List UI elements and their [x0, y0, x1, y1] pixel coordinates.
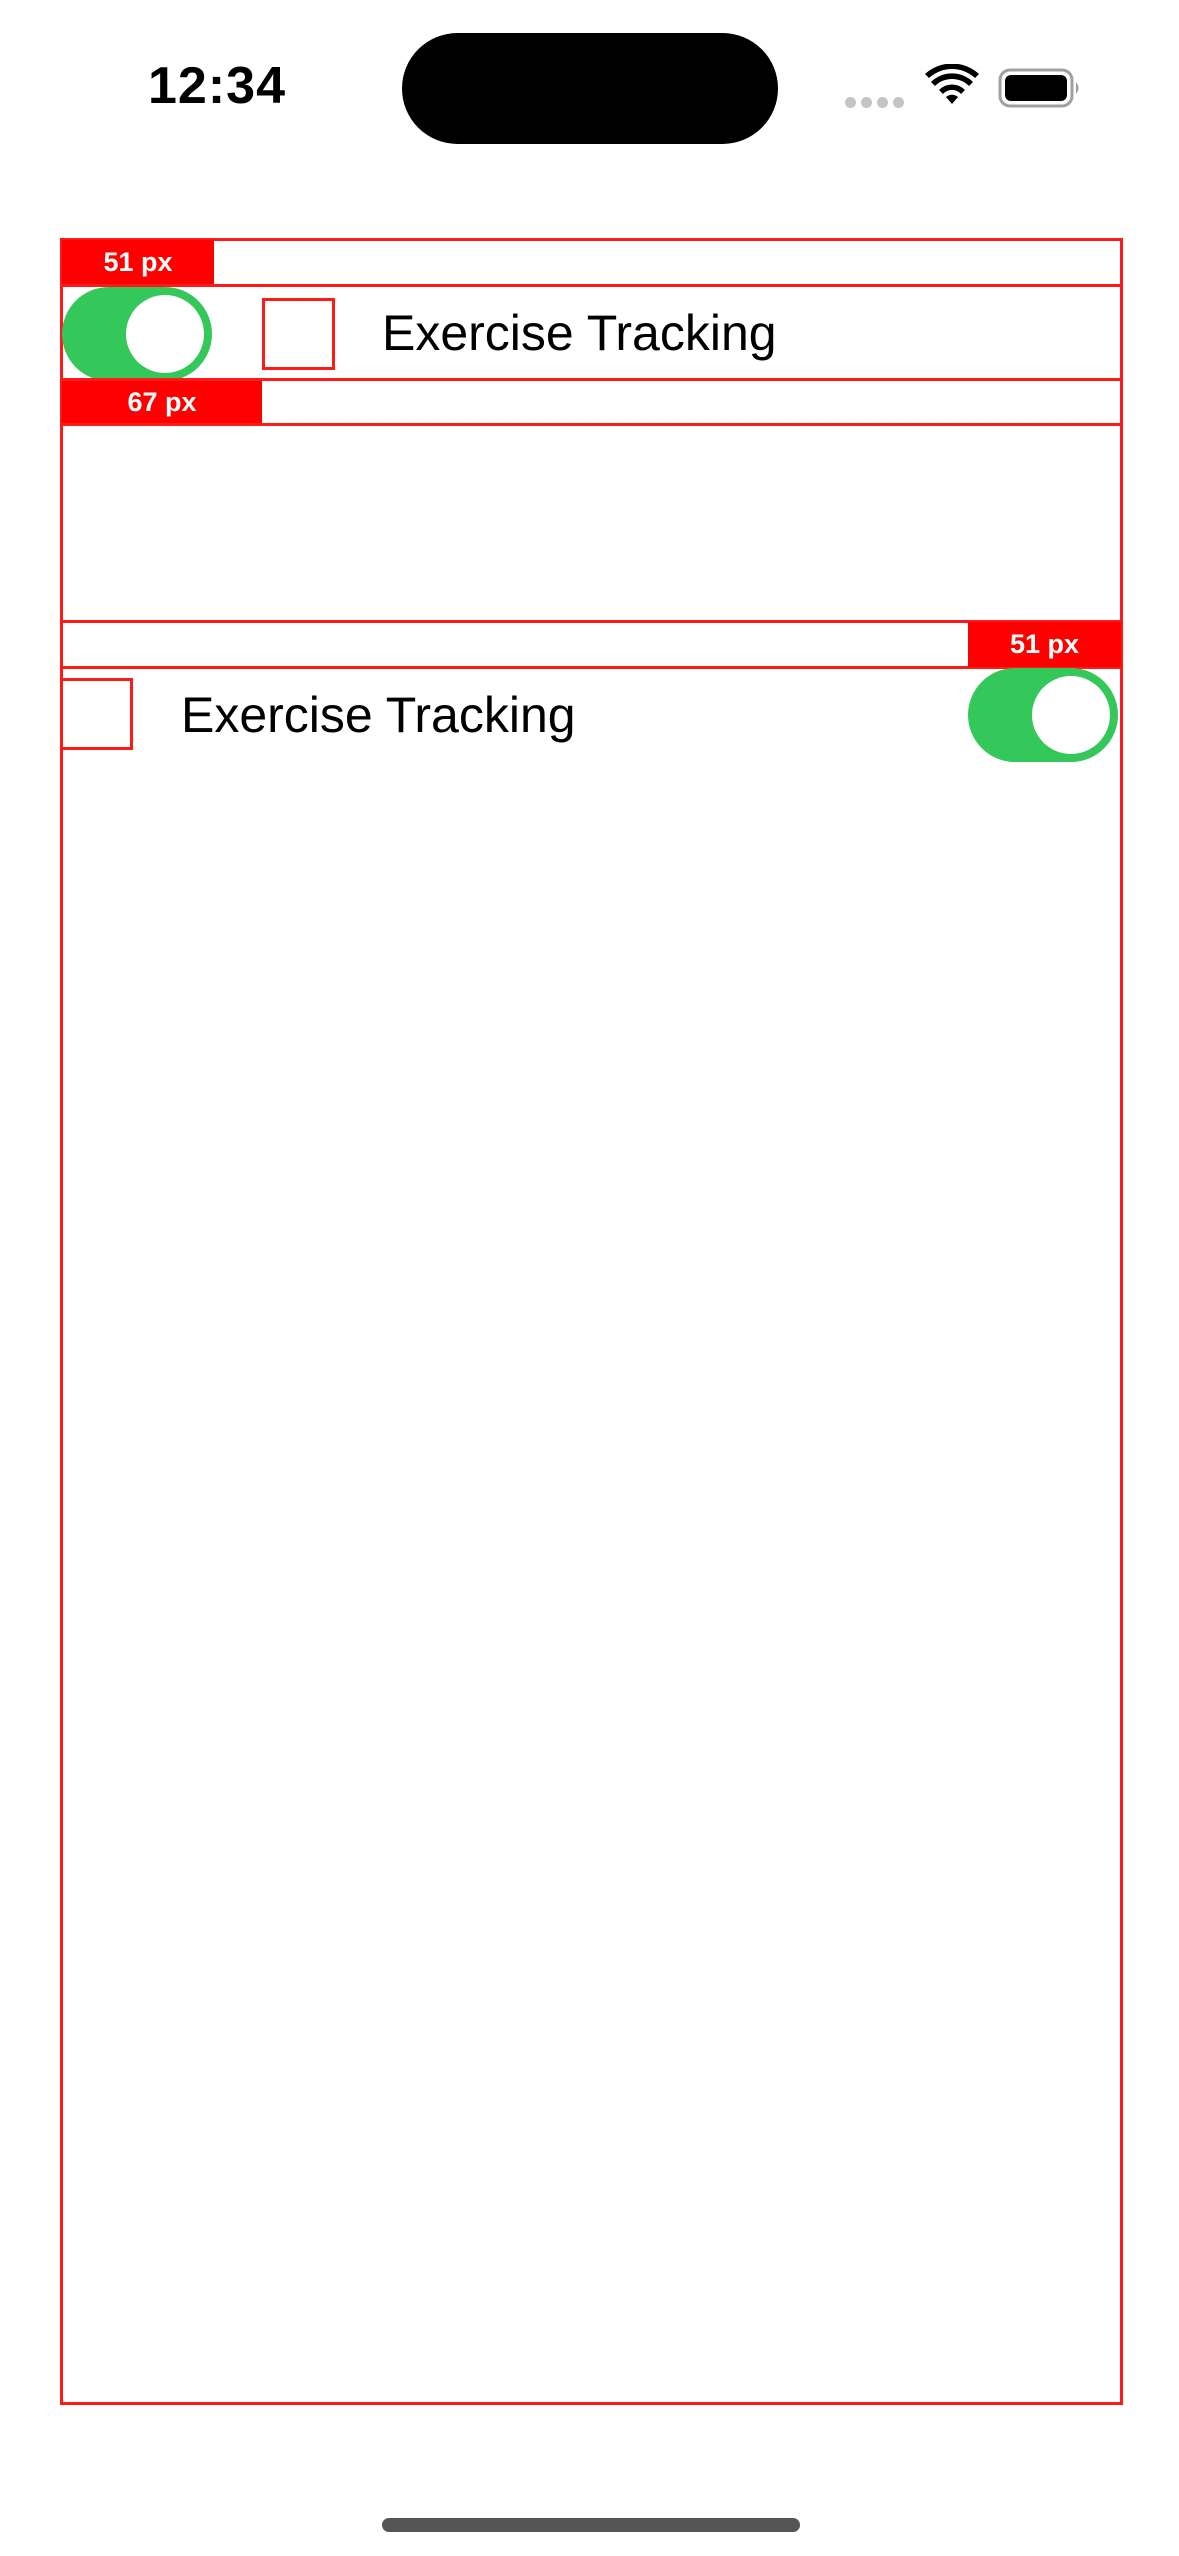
home-indicator[interactable]	[382, 2518, 800, 2532]
spacer-top-1	[60, 238, 1123, 287]
wifi-icon	[925, 64, 979, 104]
exercise-tracking-toggle[interactable]	[968, 668, 1118, 762]
icon-placeholder-box	[262, 298, 335, 370]
spacer-size-tag: 51 px	[62, 240, 214, 285]
spacer-size-tag: 51 px	[968, 622, 1121, 667]
dynamic-island	[402, 33, 778, 144]
empty-region	[60, 423, 1123, 623]
status-time: 12:34	[148, 57, 286, 115]
exercise-tracking-label: Exercise Tracking	[181, 687, 576, 743]
spacer-size-tag: 67 px	[62, 381, 262, 424]
exercise-tracking-label: Exercise Tracking	[382, 305, 777, 361]
toggle-knob	[1032, 676, 1110, 754]
signal-dots-icon	[845, 95, 905, 109]
spacer-top-2	[60, 620, 1123, 669]
battery-icon	[998, 68, 1079, 108]
toggle-knob	[126, 295, 204, 373]
exercise-tracking-toggle[interactable]	[62, 287, 212, 381]
icon-placeholder-box	[60, 678, 133, 750]
